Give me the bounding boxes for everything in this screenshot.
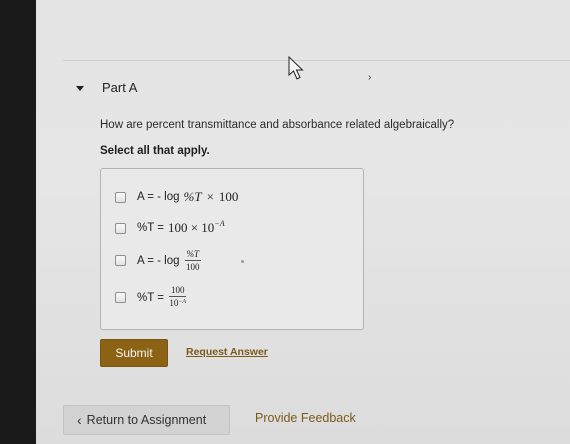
checkbox[interactable] (115, 191, 126, 203)
return-to-assignment-button[interactable]: ‹ Return to Assignment (63, 405, 230, 435)
checkbox[interactable] (115, 255, 126, 266)
option-expr: 100 × 10 (167, 220, 215, 235)
option-4[interactable]: %T = 100 10−A (115, 285, 187, 310)
option-rhs: 100 (218, 189, 239, 204)
provide-feedback-link[interactable]: Provide Feedback (255, 411, 356, 425)
request-answer-link[interactable]: Request Answer (186, 346, 268, 358)
option-exponent: −A (214, 218, 225, 228)
option-3[interactable]: A = - log %T 100 (115, 249, 202, 272)
dot-mark (241, 260, 244, 263)
part-title[interactable]: Part A (102, 80, 137, 95)
stray-mark: › (368, 72, 372, 83)
return-label: Return to Assignment (86, 413, 207, 427)
option-lhs: %T = (137, 222, 164, 234)
screen: › Part A How are percent transmittance a… (36, 0, 570, 444)
option-lhs: %T = (137, 291, 164, 304)
option-expr: %T (183, 189, 202, 204)
option-lhs: A = - log (137, 254, 180, 267)
mouse-pointer-icon (288, 56, 304, 80)
option-1[interactable]: A = - log %T × 100 (115, 189, 238, 205)
checkbox[interactable] (115, 292, 126, 303)
denominator-base: 10 (169, 298, 179, 308)
chevron-left-icon: ‹ (77, 412, 82, 428)
fraction-denominator: 100 (186, 262, 200, 272)
question-text: How are percent transmittance and absorb… (100, 119, 455, 131)
fraction-numerator: 100 (168, 285, 187, 297)
option-2[interactable]: %T = 100 × 10 −A (115, 218, 225, 236)
options-box: A = - log %T × 100 %T = 100 × 10 −A A = … (100, 168, 364, 330)
denominator-exponent: −A (178, 299, 187, 305)
fraction-numerator: %T (184, 249, 202, 261)
option-lhs: A = - log (137, 191, 180, 203)
fraction-denominator: 10−A (169, 297, 186, 310)
fraction: 100 10−A (168, 285, 187, 310)
divider (63, 60, 570, 61)
submit-button[interactable]: Submit (100, 339, 168, 367)
instruction-text: Select all that apply. (100, 145, 210, 157)
checkbox[interactable] (115, 222, 126, 234)
times-sign: × (206, 189, 214, 204)
caret-down-icon[interactable] (76, 86, 84, 91)
fraction: %T 100 (184, 249, 202, 272)
